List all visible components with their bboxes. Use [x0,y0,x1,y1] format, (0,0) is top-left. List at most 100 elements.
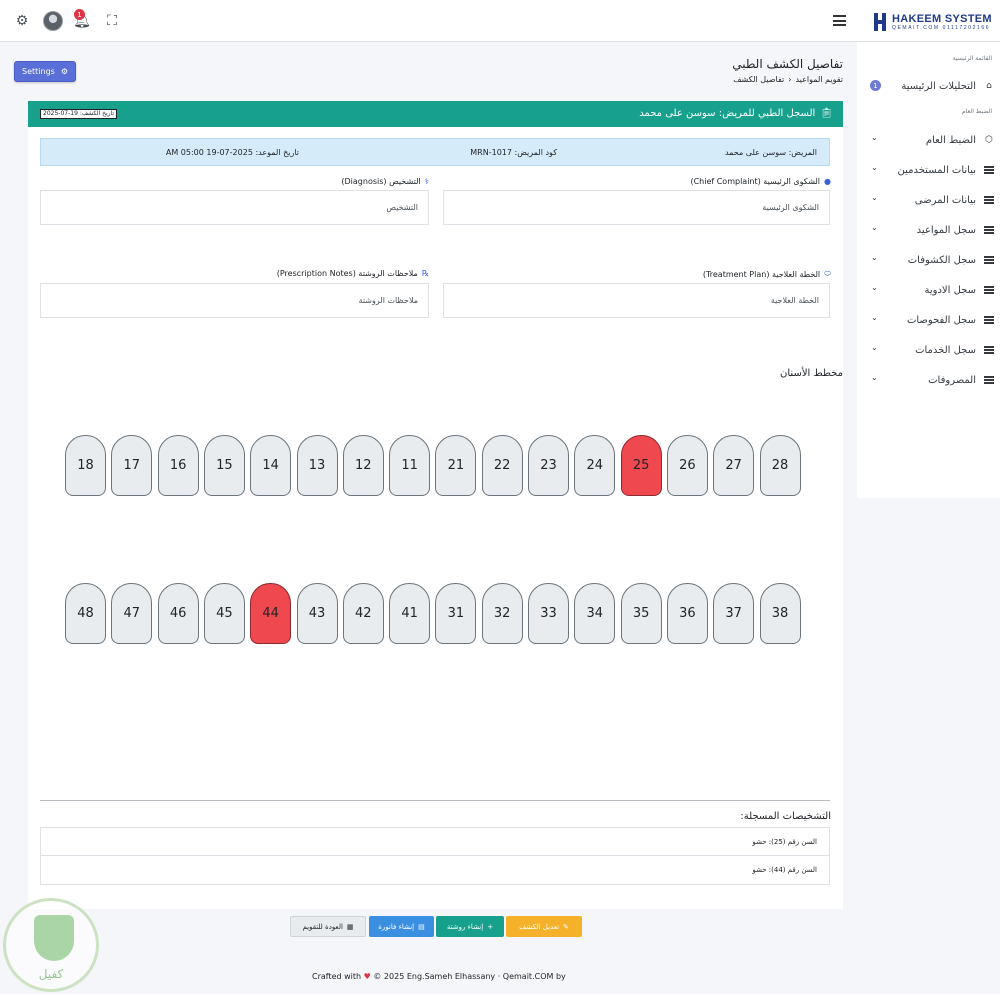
gear-icon[interactable]: ⚙ [12,11,32,31]
tooth-15[interactable]: 15 [203,435,245,496]
tooth-17[interactable]: 17 [111,435,153,496]
back-to-calendar-button[interactable]: ▦ العودة للتقويم [290,916,366,937]
tooth-34[interactable]: 34 [574,583,616,644]
tooth-44[interactable]: 44 [250,583,292,644]
invoice-icon: ▤ [418,922,425,931]
watermark-logo: كفيل [3,898,99,992]
tooth-35[interactable]: 35 [620,583,662,644]
sidebar-item-examinations[interactable]: ⌄ سجل الكشوفات [857,249,1000,271]
patient-code: كود المريض: MRN-1017 [470,148,557,157]
diagnosis-label-text: التشخيص (Diagnosis) [341,177,421,186]
sidebar-item-medicines[interactable]: ⌄ سجل الادوية [857,279,1000,301]
sidebar-item-label: سجل المواعيد [916,224,976,236]
patient-name: المريض: سوسن على محمد [724,148,817,157]
tooth-26[interactable]: 26 [666,435,708,496]
list-icon [984,255,994,265]
gear-icon: ⚙ [60,67,68,76]
sidebar-section-general: الضبط العام [961,108,992,115]
create-prescription-button[interactable]: + إنشاء روشتة [436,916,504,937]
patient-info-bar: المريض: سوسن على محمد كود المريض: MRN-10… [40,138,830,166]
brand-subtitle: QEMAIT.COM 01117202166 [892,24,991,31]
chief-complaint-field[interactable]: الشكوى الرئيسية [443,190,830,225]
tooth-25[interactable]: 25 [620,435,662,496]
chief-complaint-label: ● الشكوى الرئيسية (Chief Complaint) [690,177,831,186]
tooth-23[interactable]: 23 [528,435,569,496]
user-avatar[interactable] [43,11,63,31]
chevron-down-icon: ⌄ [871,283,878,292]
tooth-36[interactable]: 36 [666,583,708,644]
sidebar-item-patients[interactable]: ⌄ بيانات المرضى [857,189,1000,211]
tooth-47[interactable]: 47 [111,583,153,644]
tooth-18[interactable]: 18 [65,435,106,496]
tooth-32[interactable]: 32 [481,583,523,644]
prescription-notes-field[interactable]: ملاحظات الروشتة [40,283,429,318]
card-header: 📋︎ السجل الطبي للمريض: سوسن على محمد تار… [28,101,843,127]
sidebar-item-label: سجل الادوية [924,284,977,296]
edit-icon: ✎ [563,922,569,931]
list-icon [984,315,994,325]
tooth-24[interactable]: 24 [574,435,616,496]
edit-exam-button[interactable]: ✎ تعديل الكشف [506,916,582,937]
tooth-13[interactable]: 13 [296,435,338,496]
sidebar-section-main: القائمة الرئيسية [952,55,992,62]
tooth-22[interactable]: 22 [481,435,523,496]
settings-label: Settings [22,67,55,76]
sidebar-item-tests[interactable]: ⌄ سجل الفحوصات [857,309,1000,331]
tooth-16[interactable]: 16 [157,435,199,496]
treatment-plan-value: الخطة العلاجية [770,296,819,305]
fullscreen-icon[interactable]: ⛶ [102,11,122,31]
treatment-plan-label: ⬭ الخطة العلاجية (Treatment Plan) [703,269,831,279]
diagnosis-label: ⚕ التشخيص (Diagnosis) [341,177,429,186]
tooth-46[interactable]: 46 [157,583,199,644]
tooth-28[interactable]: 28 [759,435,801,496]
plus-icon: + [487,922,494,931]
treatment-plan-field[interactable]: الخطة العلاجية [443,283,830,318]
sidebar-item-general-settings[interactable]: ⌄ الضبط العام ⬡ [857,129,1000,151]
watermark-text: كفيل [38,967,64,981]
card-title-text: السجل الطبي للمريض: سوسن على محمد [639,108,816,119]
sidebar-item-services[interactable]: ⌄ سجل الخدمات [857,339,1000,361]
prescription-notes-label-text: ملاحظات الروشتة (Prescription Notes) [276,269,418,278]
sidebar: القائمة الرئيسية 1 التحليلات الرئيسية ⌂ … [857,42,1000,498]
create-invoice-label: إنشاء فاتورة [378,922,415,931]
chevron-down-icon: ⌄ [871,133,878,142]
appointment-date: تاريخ الموعد: 2025-07-19 05:00 AM [165,148,299,157]
breadcrumb-link-calendar[interactable]: تقويم المواعيد [795,75,843,84]
edit-exam-label: تعديل الكشف [519,922,560,931]
create-invoice-button[interactable]: ▤ إنشاء فاتورة [369,916,434,937]
list-icon [984,195,994,205]
settings-button[interactable]: Settings ⚙ [14,61,76,82]
tooth-37[interactable]: 37 [713,583,755,644]
recorded-diagnoses-title: التشخيصات المسجلة: [740,811,831,822]
chevron-down-icon: ⌄ [871,223,878,232]
sidebar-item-appointments[interactable]: ⌄ سجل المواعيد [857,219,1000,241]
sidebar-item-dashboard[interactable]: 1 التحليلات الرئيسية ⌂ [857,75,1000,97]
menu-toggle-icon[interactable] [833,15,846,26]
tooth-41[interactable]: 41 [389,583,431,644]
chevron-down-icon: ⌄ [871,163,878,172]
tooth-38[interactable]: 38 [759,583,801,644]
box-icon: ⬡ [985,135,993,145]
stethoscope-icon: ⚕ [424,177,429,186]
tooth-21[interactable]: 21 [435,435,477,496]
sidebar-item-expenses[interactable]: ⌄ المصروفات [857,369,1000,391]
sidebar-item-users[interactable]: ⌄ بيانات المستخدمين [857,159,1000,181]
tooth-48[interactable]: 48 [65,583,106,644]
tooth-33[interactable]: 33 [528,583,569,644]
tooth-11[interactable]: 11 [389,435,431,496]
treatment-plan-label-text: الخطة العلاجية (Treatment Plan) [702,269,821,279]
tooth-14[interactable]: 14 [250,435,292,496]
calendar-icon: ▦ [346,922,354,931]
tooth-27[interactable]: 27 [713,435,755,496]
shield-icon [34,915,74,961]
tooth-12[interactable]: 12 [342,435,384,496]
brand-logo[interactable]: HAKEEM SYSTEM QEMAIT.COM 01117202166 [872,8,997,36]
tooth-45[interactable]: 45 [203,583,245,644]
tooth-43[interactable]: 43 [296,583,338,644]
tooth-42[interactable]: 42 [342,583,384,644]
notification-badge: 1 [74,9,85,20]
footer-credits: © 2025 Eng.Sameh Elhassany · Qemait.COM … [373,972,566,981]
chevron-down-icon: ⌄ [871,253,878,262]
tooth-31[interactable]: 31 [435,583,477,644]
diagnosis-field[interactable]: التشخيص [40,190,429,225]
